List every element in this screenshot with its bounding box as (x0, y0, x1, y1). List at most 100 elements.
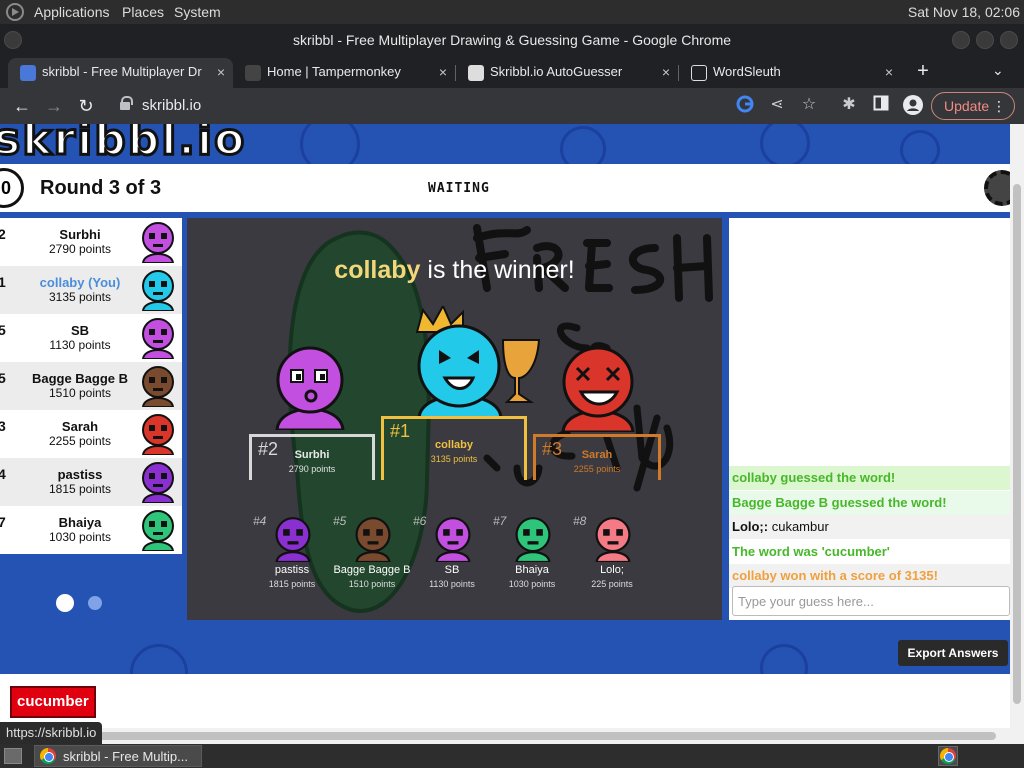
tray-chrome-launcher[interactable] (938, 746, 958, 766)
drawing-canvas[interactable]: collaby is the winner! #2 Surbhi 2790 po… (187, 218, 722, 620)
close-icon[interactable]: × (439, 58, 447, 86)
settings-gear-icon[interactable] (984, 170, 1010, 206)
taskbar-item-chrome[interactable]: skribbl - Free Multip... (34, 745, 202, 767)
player-rank: 3 (0, 418, 6, 434)
player-list: 2 Surbhi 2790 points 1 collaby (You) 3135 poi… (0, 218, 182, 554)
podium-points: 2255 points (573, 464, 621, 474)
player-name: Surbhi (59, 227, 101, 242)
close-window-button[interactable] (1000, 31, 1018, 49)
tab-search-button[interactable]: ⌄ (992, 62, 1004, 79)
close-icon[interactable]: × (217, 58, 225, 86)
tab-autoguesser[interactable]: Skribbl.io AutoGuesser × (456, 58, 678, 88)
player-row[interactable]: 7 Bhaiya 1030 points (0, 506, 182, 554)
scrollbar-thumb[interactable] (6, 732, 996, 740)
close-icon[interactable]: × (885, 58, 893, 86)
player-points: 1030 points (48, 530, 112, 544)
pager-dot[interactable] (88, 596, 102, 610)
player-row[interactable]: 5 Bagge Bagge B 1510 points (0, 362, 182, 410)
game-header: 0 Round 3 of 3 WAITING (0, 164, 1010, 212)
update-button[interactable]: Update ⋮ (931, 92, 1015, 120)
round-indicator: Round 3 of 3 (40, 177, 162, 199)
close-icon[interactable]: × (662, 58, 670, 86)
profile-avatar-icon[interactable] (903, 95, 923, 115)
side-panel-icon[interactable] (871, 95, 891, 115)
ranking-name: Bagge Bagge B (333, 564, 411, 576)
tab-tampermonkey[interactable]: Home | Tampermonkey × (233, 58, 455, 88)
lock-icon[interactable] (120, 96, 133, 111)
player-avatar (138, 509, 178, 552)
podium-name: collaby (435, 439, 473, 451)
ranking-avatar (591, 516, 635, 564)
ranking-points: 1030 points (508, 579, 556, 589)
player-name: collaby (You) (39, 275, 121, 290)
export-answers-button[interactable]: Export Answers (898, 640, 1008, 666)
player-name: SB (70, 323, 90, 338)
tab-skribbl[interactable]: skribbl - Free Multiplayer Dr × (8, 58, 233, 88)
timer-value: 0 (0, 178, 11, 198)
ranking-rank: #6 (413, 514, 427, 528)
url-text[interactable]: skribbl.io (142, 97, 201, 114)
tab-wordsleuth[interactable]: WordSleuth × (679, 58, 901, 88)
player-avatar (138, 365, 178, 408)
player-points: 1510 points (48, 386, 112, 400)
google-icon[interactable] (735, 95, 755, 115)
share-icon[interactable]: ⋖ (767, 95, 787, 115)
taskbar-item-label: skribbl - Free Multip... (63, 749, 188, 764)
guess-input[interactable] (732, 586, 1010, 616)
horizontal-scrollbar[interactable] (0, 728, 1010, 744)
player-row[interactable]: 4 pastiss 1815 points (0, 458, 182, 506)
player-row[interactable]: 3 Sarah 2255 points (0, 410, 182, 458)
pager-dot-active[interactable] (56, 594, 74, 612)
podium-1: #1 collaby 3135 points (381, 416, 527, 480)
player-name: Sarah (61, 419, 99, 434)
menu-applications[interactable]: Applications (34, 4, 110, 20)
chat-panel: collaby guessed the word! Bagge Bagge B g… (729, 218, 1010, 620)
player-name: Bhaiya (58, 515, 102, 530)
tab-strip: skribbl - Free Multiplayer Dr × Home | T… (0, 56, 1024, 88)
ranking-name: Bhaiya (515, 564, 549, 576)
maximize-button[interactable] (976, 31, 994, 49)
menu-system[interactable]: System (174, 4, 221, 20)
player-rank: 4 (0, 466, 6, 482)
os-menu-logo-icon[interactable] (6, 3, 24, 21)
player-row[interactable]: 2 Surbhi 2790 points (0, 218, 182, 266)
clock[interactable]: Sat Nov 18, 02:06 (908, 4, 1020, 20)
window-menu-button[interactable] (4, 31, 22, 49)
minimize-button[interactable] (952, 31, 970, 49)
player-rank: 1 (0, 274, 6, 290)
bookmark-star-icon[interactable]: ☆ (799, 95, 819, 115)
scrollbar-thumb[interactable] (1013, 184, 1021, 704)
player-row[interactable]: 1 collaby (You) 3135 points (0, 266, 182, 314)
chrome-menu-icon[interactable]: ⋮ (992, 93, 1006, 119)
podium-name: Sarah (581, 449, 613, 461)
extensions-icon[interactable]: ✱ (839, 95, 859, 115)
word-status: WAITING (428, 181, 490, 196)
menu-places[interactable]: Places (122, 4, 164, 20)
skribbl-logo[interactable]: skribbl.io (0, 124, 300, 167)
winner-banner: collaby is the winner! (187, 256, 722, 285)
player-avatar (138, 269, 178, 312)
address-bar[interactable]: skribbl.io (106, 92, 826, 120)
ranking-entry: #5 Bagge Bagge B 1510 points (329, 514, 415, 589)
ranking-points: 1815 points (268, 579, 316, 589)
chat-text: collaby won with a score of 3135! (732, 568, 938, 583)
window-titlebar[interactable]: skribbl - Free Multiplayer Drawing & Gue… (0, 24, 1024, 56)
chat-text: cukambur (771, 519, 829, 534)
show-desktop-icon[interactable] (4, 748, 22, 764)
podium-3: #3 Sarah 2255 points (533, 434, 661, 480)
reload-button[interactable]: ↻ (74, 94, 98, 118)
ranking-avatar (271, 516, 315, 564)
podium-points: 2790 points (288, 464, 336, 474)
ranking-rank: #4 (253, 514, 267, 528)
ranking-rank: #5 (333, 514, 347, 528)
podium-name: Surbhi (294, 449, 330, 461)
player-row[interactable]: 5 SB 1130 points (0, 314, 182, 362)
back-button[interactable]: ← (10, 94, 34, 118)
podium-2: #2 Surbhi 2790 points (249, 434, 375, 480)
forward-button[interactable]: → (42, 94, 66, 118)
ranking-rank: #8 (573, 514, 587, 528)
chrome-icon (40, 748, 56, 764)
new-tab-button[interactable]: + (912, 60, 934, 82)
podium-2-avatar (269, 342, 351, 432)
vertical-scrollbar[interactable] (1010, 124, 1024, 744)
